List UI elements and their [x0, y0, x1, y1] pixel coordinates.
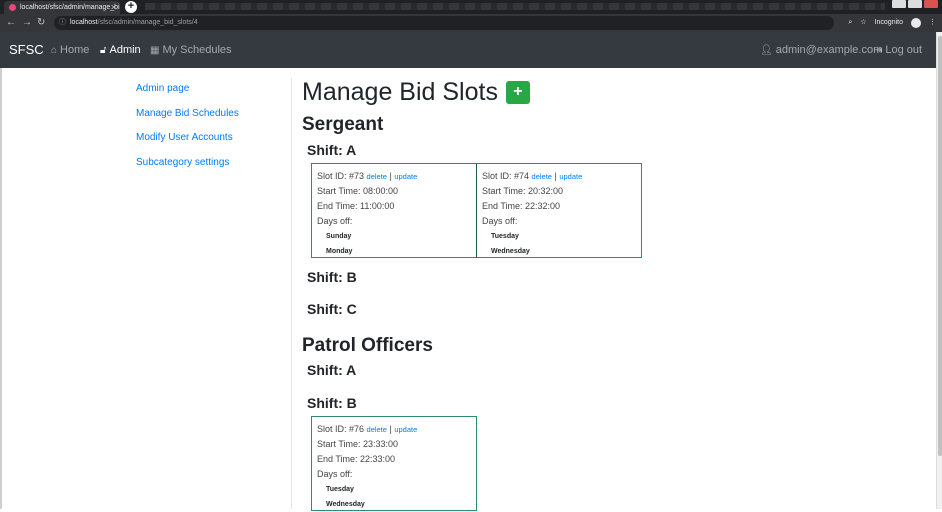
zoom-icon[interactable]: ⌕	[848, 16, 852, 30]
page-header: Manage Bid Slots +	[302, 78, 530, 107]
slot-card-76: Slot ID: #76 delete | update Start Time:…	[311, 416, 477, 511]
nav-my-schedules-label: My Schedules	[162, 44, 232, 56]
shift-heading: Shift: A	[307, 362, 357, 378]
days-off-label: Days off:	[317, 469, 353, 479]
nav-home-label: Home	[60, 44, 90, 56]
nav-my-schedules[interactable]: ▦ My Schedules	[150, 44, 232, 56]
slot-end-time: End Time: 11:00:00	[317, 201, 395, 211]
slot-start-time: Start Time: 08:00:00	[317, 186, 399, 196]
delete-slot-link[interactable]: delete	[367, 425, 387, 434]
page-title: Manage Bid Slots	[302, 78, 498, 106]
slot-id: Slot ID: #76	[317, 424, 365, 434]
favicon-icon	[9, 4, 16, 11]
back-icon[interactable]: ←	[6, 16, 16, 30]
maximize-button[interactable]	[908, 0, 922, 8]
close-window-button[interactable]	[924, 0, 938, 8]
shift-heading: Shift: A	[307, 142, 357, 158]
info-icon: ⓘ	[59, 19, 66, 26]
slot-end-time: End Time: 22:33:00	[317, 454, 396, 464]
shift-heading: Shift: B	[307, 269, 357, 285]
brand-link[interactable]: SFSC	[9, 42, 44, 57]
delete-slot-link[interactable]: delete	[532, 172, 552, 181]
vertical-scrollbar[interactable]	[936, 32, 942, 509]
update-slot-link[interactable]: update	[559, 172, 582, 181]
day-off-item: Wednesday	[326, 501, 365, 508]
sidebar-item-modify-user-accounts[interactable]: Modify User Accounts	[136, 131, 239, 145]
shift-heading: Shift: C	[307, 301, 357, 317]
close-tab-icon[interactable]: ✕	[110, 1, 117, 14]
shift-heading: Shift: B	[307, 395, 357, 411]
slot-id: Slot ID: #74	[482, 171, 530, 181]
nav-logout-label: Log out	[885, 44, 923, 56]
url-path: /sfsc/admin/manage_bid_slots/4	[97, 19, 198, 26]
group-heading-sergeant: Sergeant	[302, 114, 384, 135]
slot-row-sergeant-a: Slot ID: #73 delete | update Start Time:…	[311, 163, 642, 258]
incognito-label: Incognito	[874, 19, 903, 26]
scrollbar-thumb[interactable]	[938, 36, 942, 456]
days-off-label: Days off:	[317, 216, 353, 226]
minimize-button[interactable]	[892, 0, 906, 8]
address-bar[interactable]: ⓘ localhost/sfsc/admin/manage_bid_slots/…	[54, 16, 834, 30]
home-icon: ⌂	[51, 44, 58, 56]
nav-logout[interactable]: ⇥ Log out	[874, 44, 922, 56]
sidebar-item-subcategory-settings[interactable]: Subcategory settings	[136, 156, 239, 170]
nav-user[interactable]: 👤︎ admin@example.com	[760, 44, 882, 56]
forward-icon[interactable]: →	[22, 16, 32, 30]
sidebar-item-manage-bid-schedules[interactable]: Manage Bid Schedules	[136, 107, 239, 121]
slot-start-time: Start Time: 20:32:00	[482, 186, 564, 196]
update-slot-link[interactable]: update	[394, 425, 417, 434]
user-icon: 👤︎	[760, 44, 773, 56]
browser-menu-icon[interactable]: ⋮	[929, 16, 936, 30]
nav-admin-label: Admin	[109, 44, 141, 56]
slot-start-time: Start Time: 23:33:00	[317, 439, 399, 449]
calendar-icon: ▦	[150, 44, 160, 56]
delete-slot-link[interactable]: delete	[367, 172, 387, 181]
blurred-tabstrip	[145, 3, 885, 10]
add-bid-slot-button[interactable]: +	[505, 81, 530, 104]
slot-card-73: Slot ID: #73 delete | update Start Time:…	[311, 163, 477, 258]
bookmark-star-icon[interactable]: ☆	[860, 16, 866, 30]
window-controls	[892, 0, 938, 10]
browser-toolbar: ← → ↻ ⓘ localhost/sfsc/admin/manage_bid_…	[0, 14, 942, 32]
days-off-label: Days off:	[482, 216, 518, 226]
url-host: localhost	[70, 19, 98, 26]
slot-row-patrol-b: Slot ID: #76 delete | update Start Time:…	[311, 416, 477, 511]
day-off-item: Sunday	[326, 233, 352, 240]
window-left-edge	[0, 68, 2, 509]
reload-icon[interactable]: ↻	[37, 16, 45, 30]
lock-icon: 🔓︎	[100, 44, 107, 56]
sidebar-item-admin-page[interactable]: Admin page	[136, 82, 239, 96]
nav-admin[interactable]: 🔓︎ Admin	[100, 44, 141, 56]
day-off-item: Tuesday	[491, 233, 519, 240]
sign-out-icon: ⇥	[874, 44, 883, 56]
new-tab-button[interactable]: +	[125, 1, 137, 13]
browser-tab-bar: localhost/sfsc/admin/manage_bi ✕ +	[0, 0, 942, 14]
day-off-item: Wednesday	[491, 248, 530, 255]
slot-id: Slot ID: #73	[317, 171, 365, 181]
sidebar-divider	[291, 78, 292, 509]
toolbar-right: ⌕ ☆ Incognito ⋮	[848, 16, 936, 30]
day-off-item: Monday	[326, 248, 353, 255]
browser-tab[interactable]: localhost/sfsc/admin/manage_bi ✕	[4, 1, 120, 14]
nav-user-label: admin@example.com	[775, 44, 883, 56]
nav-home[interactable]: ⌂ Home	[51, 44, 89, 56]
admin-sidebar: Admin page Manage Bid Schedules Modify U…	[136, 82, 239, 180]
update-slot-link[interactable]: update	[394, 172, 417, 181]
day-off-item: Tuesday	[326, 486, 354, 493]
slot-end-time: End Time: 22:32:00	[482, 201, 561, 211]
incognito-icon	[911, 18, 921, 28]
slot-card-74: Slot ID: #74 delete | update Start Time:…	[476, 163, 642, 258]
app-navbar: SFSC ⌂ Home 🔓︎ Admin ▦ My Schedules 👤︎ a…	[0, 32, 936, 68]
group-heading-patrol-officers: Patrol Officers	[302, 335, 433, 356]
tab-title: localhost/sfsc/admin/manage_bi	[20, 4, 120, 11]
